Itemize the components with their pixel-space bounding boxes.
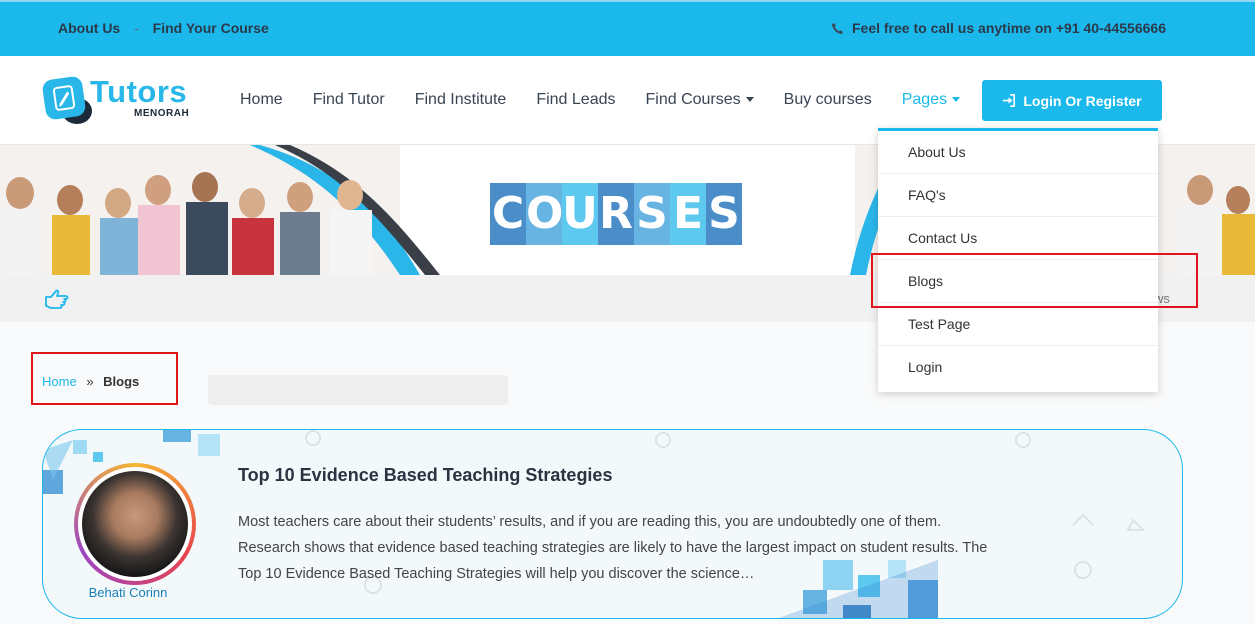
blog-post-card[interactable]: Behati Corinn Top 10 Evidence Based Teac… — [42, 429, 1183, 619]
nav-buy-courses[interactable]: Buy courses — [784, 91, 872, 109]
dropdown-item-faqs[interactable]: FAQ's — [878, 174, 1158, 217]
nav-pages[interactable]: Pages — [901, 91, 961, 109]
logo-mark — [41, 75, 87, 121]
courses-banner-letter: R — [598, 183, 634, 245]
highlight-box-breadcrumb — [31, 352, 178, 405]
courses-banner-letter: E — [670, 183, 706, 245]
top-link-separator: - — [134, 20, 139, 36]
hand-pointer-icon — [45, 289, 69, 309]
courses-banner-letter: S — [634, 183, 670, 245]
dropdown-item-login[interactable]: Login — [878, 346, 1158, 389]
logo-subtitle: MENORAH — [134, 108, 190, 119]
top-link-find-your-course[interactable]: Find Your Course — [153, 20, 269, 36]
dropdown-item-about-us[interactable]: About Us — [878, 131, 1158, 174]
courses-banner-letter: S — [706, 183, 742, 245]
courses-banner-title: COURSES — [490, 183, 742, 245]
chevron-down-icon — [745, 97, 754, 103]
nav-find-tutor[interactable]: Find Tutor — [313, 91, 385, 109]
nav-pages-label: Pages — [901, 91, 948, 108]
pencil-icon — [52, 85, 76, 111]
top-link-about-us[interactable]: About Us — [58, 20, 120, 36]
top-bar: About Us - Find Your Course Feel free to… — [0, 0, 1255, 56]
nav-find-institute[interactable]: Find Institute — [415, 91, 507, 109]
author-avatar[interactable] — [74, 463, 196, 585]
nav-find-courses-label: Find Courses — [645, 91, 741, 108]
courses-banner-letter: O — [526, 183, 563, 245]
courses-banner-letter: U — [562, 183, 598, 245]
highlight-box-blogs-menu — [871, 253, 1198, 308]
phone-contact: Feel free to call us anytime on +91 40-4… — [831, 20, 1166, 36]
author-photo — [82, 471, 188, 577]
phone-icon — [831, 22, 844, 34]
courses-banner-letter: C — [490, 183, 526, 245]
post-excerpt: Most teachers care about their students’… — [238, 514, 988, 582]
logo-wordmark: Tutors — [90, 74, 188, 109]
dropdown-item-test-page[interactable]: Test Page — [878, 303, 1158, 346]
login-register-label: Login Or Register — [1023, 92, 1142, 109]
main-nav: Home Find Tutor Find Institute Find Lead… — [240, 91, 990, 109]
nav-find-courses[interactable]: Find Courses — [646, 91, 754, 109]
search-bar-placeholder[interactable] — [208, 375, 508, 405]
author-name[interactable]: Behati Corinn — [43, 585, 213, 600]
sign-in-icon — [1003, 94, 1016, 107]
login-register-button[interactable]: Login Or Register — [982, 80, 1162, 121]
nav-find-leads[interactable]: Find Leads — [536, 91, 615, 109]
phone-text: Feel free to call us anytime on +91 40-4… — [851, 20, 1166, 36]
top-links: About Us - Find Your Course — [58, 20, 269, 36]
nav-home[interactable]: Home — [240, 91, 283, 109]
chevron-down-icon — [952, 97, 961, 103]
site-logo[interactable]: Tutors MENORAH — [41, 74, 202, 128]
post-title[interactable]: Top 10 Evidence Based Teaching Strategie… — [238, 465, 612, 486]
